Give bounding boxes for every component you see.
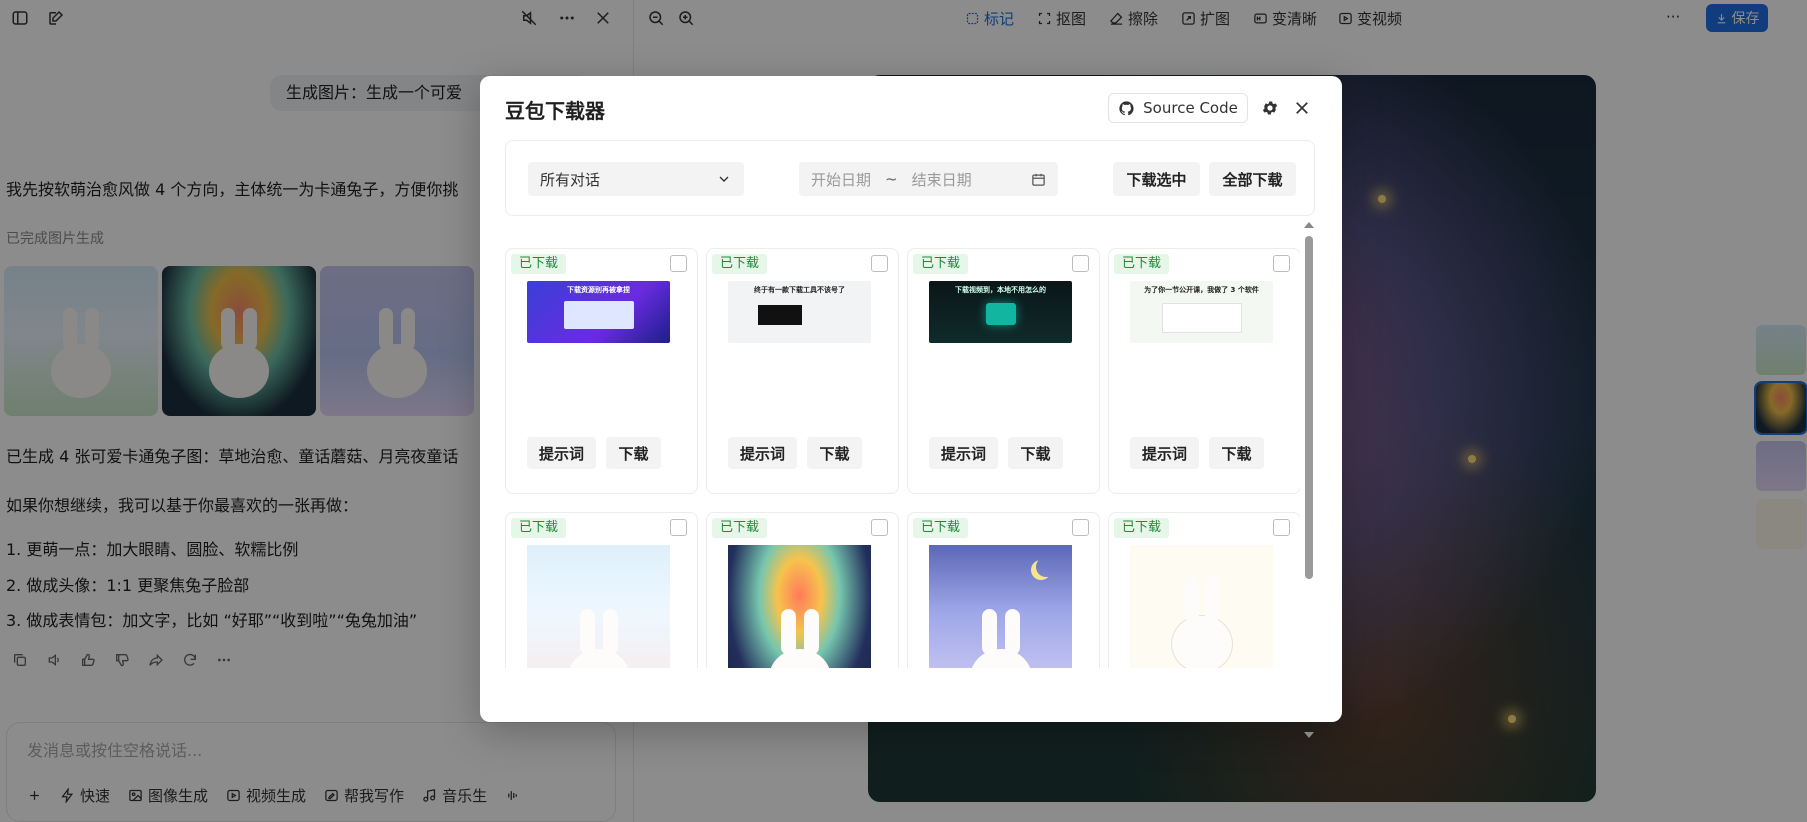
downloaded-badge: 已下载: [1114, 518, 1170, 538]
settings-button[interactable]: [1256, 94, 1284, 122]
prompt-button[interactable]: 提示词: [1130, 437, 1199, 469]
card-preview[interactable]: [728, 545, 871, 668]
card-preview[interactable]: 为了你一节公开课，我做了 3 个软件: [1130, 281, 1273, 343]
image-card[interactable]: 已下载: [505, 512, 698, 668]
conversation-select[interactable]: 所有对话: [528, 162, 744, 196]
select-checkbox[interactable]: [871, 519, 888, 536]
select-checkbox[interactable]: [1072, 255, 1089, 272]
card-preview[interactable]: 下载资源别再被拿捏: [527, 281, 670, 343]
moon-shape: [1036, 557, 1056, 577]
card-preview[interactable]: 终于有一款下载工具不该号了: [728, 281, 871, 343]
scroll-up-arrow[interactable]: [1304, 222, 1314, 228]
downloaded-badge: 已下载: [913, 518, 969, 538]
card-preview[interactable]: [1130, 545, 1273, 668]
select-checkbox[interactable]: [670, 519, 687, 536]
downloader-modal: 豆包下载器 Source Code 所有对话 开始日期 ~ 结束日期 下载选中 …: [480, 76, 1342, 738]
card-actions: 提示词 下载: [929, 437, 1063, 469]
card-preview[interactable]: [929, 545, 1072, 668]
image-card[interactable]: 已下载 下载视频到，本地不用怎么的 提示词 下载: [907, 248, 1100, 494]
preview-screen: [757, 305, 802, 325]
card-preview[interactable]: [527, 545, 670, 668]
download-button[interactable]: 下载: [807, 437, 862, 469]
date-separator: ~: [885, 170, 898, 188]
filter-bar: 所有对话 开始日期 ~ 结束日期 下载选中 全部下载: [505, 140, 1315, 216]
preview-screen: [985, 303, 1016, 325]
preview-headline: 下载视频到，本地不用怎么的: [955, 286, 1046, 294]
grid-scrollbar[interactable]: [1302, 222, 1316, 742]
bunny-figure: [768, 609, 831, 668]
card-actions: 提示词 下载: [728, 437, 862, 469]
calendar-icon[interactable]: [1031, 172, 1046, 187]
select-checkbox[interactable]: [1273, 519, 1290, 536]
select-checkbox[interactable]: [871, 255, 888, 272]
preview-headline: 为了你一节公开课，我做了 3 个软件: [1144, 286, 1259, 294]
image-grid: 已下载 下载资源别再被拿捏 提示词 下载 已下载 终于有一款下载工具不该号了 提…: [505, 248, 1300, 668]
downloaded-badge: 已下载: [511, 254, 567, 274]
bunny-figure: [1170, 576, 1233, 668]
end-date-input[interactable]: 结束日期: [912, 169, 972, 190]
preview-headline: 下载资源别再被拿捏: [567, 286, 630, 294]
source-code-button[interactable]: Source Code: [1108, 93, 1248, 123]
downloaded-badge: 已下载: [712, 254, 768, 274]
bunny-figure: [969, 609, 1032, 668]
download-button[interactable]: 下载: [1209, 437, 1264, 469]
modal-close-button[interactable]: [1288, 94, 1316, 122]
download-all-button[interactable]: 全部下载: [1209, 162, 1296, 196]
image-card[interactable]: 已下载: [706, 512, 899, 668]
card-actions: 提示词 下载: [527, 437, 661, 469]
scroll-down-arrow[interactable]: [1304, 732, 1314, 738]
close-icon: [1296, 102, 1308, 114]
downloaded-badge: 已下载: [913, 254, 969, 274]
card-preview[interactable]: 下载视频到，本地不用怎么的: [929, 281, 1072, 343]
gear-icon: [1262, 101, 1278, 115]
preview-screen: [563, 301, 634, 329]
downloaded-badge: 已下载: [1114, 254, 1170, 274]
bunny-figure: [567, 609, 630, 668]
select-checkbox[interactable]: [1273, 255, 1290, 272]
select-checkbox[interactable]: [1072, 519, 1089, 536]
image-card[interactable]: 已下载 下载资源别再被拿捏 提示词 下载: [505, 248, 698, 494]
date-range-picker[interactable]: 开始日期 ~ 结束日期: [799, 162, 1058, 196]
start-date-input[interactable]: 开始日期: [811, 169, 871, 190]
download-button[interactable]: 下载: [1008, 437, 1063, 469]
prompt-button[interactable]: 提示词: [527, 437, 596, 469]
prompt-button[interactable]: 提示词: [728, 437, 797, 469]
chevron-down-icon: [719, 176, 729, 182]
image-card[interactable]: 已下载 为了你一节公开课，我做了 3 个软件 提示词 下载: [1108, 248, 1300, 494]
download-selected-button[interactable]: 下载选中: [1113, 162, 1200, 196]
downloaded-badge: 已下载: [511, 518, 567, 538]
scroll-thumb[interactable]: [1305, 236, 1313, 579]
card-actions: 提示词 下载: [1130, 437, 1264, 469]
preview-headline: 终于有一款下载工具不该号了: [754, 286, 845, 294]
modal-title: 豆包下载器: [505, 99, 605, 123]
image-card[interactable]: 已下载: [1108, 512, 1300, 668]
image-card[interactable]: 已下载: [907, 512, 1100, 668]
prompt-button[interactable]: 提示词: [929, 437, 998, 469]
github-icon: [1119, 100, 1134, 115]
image-card[interactable]: 已下载 终于有一款下载工具不该号了 提示词 下载: [706, 248, 899, 494]
preview-screen: [1161, 303, 1242, 333]
select-checkbox[interactable]: [670, 255, 687, 272]
downloaded-badge: 已下载: [712, 518, 768, 538]
download-button[interactable]: 下载: [606, 437, 661, 469]
